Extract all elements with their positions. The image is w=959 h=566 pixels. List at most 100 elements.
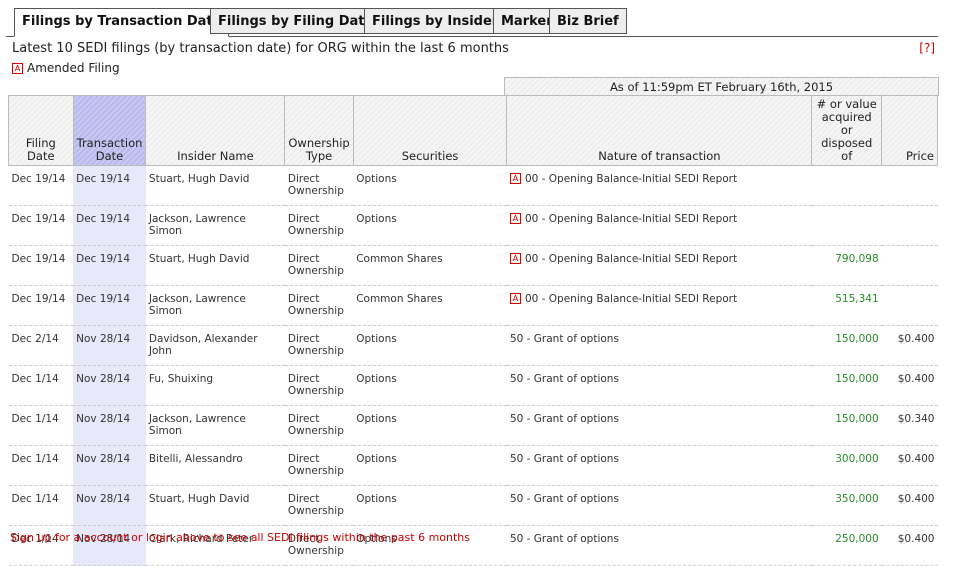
quantity-cell: 350,000 [811,485,882,526]
col-insider-name[interactable]: Insider Name [145,95,286,166]
transaction-date-cell: Dec 19/14 [73,205,146,246]
col-quantity[interactable]: # or value acquired or disposed of [811,95,883,166]
insider-name-cell[interactable]: Jackson, Lawrence Simon [145,205,285,246]
nature-cell: A 00 - Opening Balance-Initial SEDI Repor… [506,205,812,246]
nature-cell: A 00 - Opening Balance-Initial SEDI Repor… [506,165,812,206]
insider-name: Jackson, Lawrence Simon [148,293,246,317]
transaction-date-cell: Nov 28/14 [73,405,146,446]
nature: 50 - Grant of options [509,373,619,385]
nature: 00 - Opening Balance-Initial SEDI Report [524,173,738,185]
nature-cell: A 00 - Opening Balance-Initial SEDI Repor… [506,285,812,326]
securities-cell: Options [353,205,507,246]
insider-name-cell[interactable]: Stuart, Hugh David [145,165,285,206]
col-price[interactable]: Price [881,95,938,166]
help-link[interactable]: [?] [919,41,935,55]
insider-name-cell[interactable]: Bitelli, Alessandro [145,445,285,486]
price-cell: $0.340 [881,405,938,446]
nature-cell: 50 - Grant of options [506,325,812,366]
col-nature[interactable]: Nature of transaction [506,95,813,166]
transaction-date-cell: Dec 19/14 [73,245,146,286]
nature-cell: 50 - Grant of options [506,365,812,406]
transaction-date: Nov 28/14 [76,333,131,345]
transaction-date: Dec 19/14 [76,293,131,305]
tab-biz-brief[interactable]: Biz Brief [549,8,627,34]
securities-cell: Options [353,165,507,206]
insider-name: Stuart, Hugh David [148,173,250,185]
filing-date: Dec 19/14 [11,253,66,265]
insider-name: Davidson, Alexander John [148,333,258,357]
ownership-type: Direct Ownership [287,253,344,277]
filing-date: Dec 19/14 [11,293,66,305]
quantity-cell [811,205,882,246]
filing-date: Dec 1/14 [11,373,59,385]
amended-icon: A [509,293,521,304]
amended-icon: A [12,63,23,74]
tab-filings-by-transaction-date[interactable]: Filings by Transaction Date [14,8,230,37]
filing-date: Dec 1/14 [11,453,59,465]
insider-name-cell[interactable]: Jackson, Lawrence Simon [145,405,285,446]
tab-bar: Filings by Transaction Date Filings by F… [6,8,938,37]
quantity: 150,000 [835,373,879,385]
amended-icon: A [509,213,521,224]
col-ownership-type[interactable]: Ownership Type [284,95,354,166]
securities: Options [356,493,397,505]
price-cell [881,205,938,246]
ownership-type-cell: Direct Ownership [284,365,354,406]
filing-date: Dec 2/14 [11,333,59,345]
nature-cell: 50 - Grant of options [506,405,812,446]
filing-date: Dec 19/14 [11,213,66,225]
filing-date-cell: Dec 2/14 [8,325,74,366]
filing-date: Dec 1/14 [11,493,59,505]
insider-name-cell[interactable]: Jackson, Lawrence Simon [145,285,285,326]
insider-name-cell[interactable]: Stuart, Hugh David [145,485,285,526]
table-row: Dec 2/14 Nov 28/14 Davidson, Alexander Joh… [8,325,938,366]
ownership-type-cell: Direct Ownership [284,245,354,286]
ownership-type: Direct Ownership [287,213,344,237]
quantity-cell [811,165,882,206]
ownership-type-cell: Direct Ownership [284,165,354,206]
quantity-cell: 790,098 [811,245,882,286]
insider-name-cell[interactable]: Davidson, Alexander John [145,325,285,366]
ownership-type: Direct Ownership [287,293,344,317]
insider-name: Jackson, Lawrence Simon [148,413,246,437]
insider-name: Stuart, Hugh David [148,493,250,505]
col-transaction-date[interactable]: Transaction Date [72,95,147,166]
ownership-type-cell: Direct Ownership [284,325,354,366]
quantity-cell: 150,000 [811,325,882,366]
quantity: 300,000 [835,453,879,465]
nature-cell: 50 - Grant of options [506,525,812,566]
quantity: 150,000 [835,413,879,425]
nature: 00 - Opening Balance-Initial SEDI Report [524,253,738,265]
table-row: Dec 1/14 Nov 28/14 Jackson, Lawrence Simon… [8,405,938,446]
ownership-type-cell: Direct Ownership [284,405,354,446]
securities: Options [356,213,397,225]
filing-date: Dec 1/14 [11,413,59,425]
insider-name-cell[interactable]: Fu, Shuixing [145,365,285,406]
transaction-date-cell: Nov 28/14 [73,445,146,486]
price-cell [881,285,938,326]
insider-name-cell[interactable]: Stuart, Hugh David [145,245,285,286]
transaction-date: Nov 28/14 [76,413,131,425]
ownership-type: Direct Ownership [287,493,344,517]
quantity: 350,000 [835,493,879,505]
col-filing-date[interactable]: Filing Date [8,95,74,166]
insider-name: Stuart, Hugh David [148,253,250,265]
price: $0.400 [897,533,935,545]
ownership-type-cell: Direct Ownership [284,445,354,486]
nature-cell: 50 - Grant of options [506,445,812,486]
quantity-cell: 250,000 [811,525,882,566]
quantity-cell: 515,341 [811,285,882,326]
filing-date-cell: Dec 1/14 [8,405,74,446]
tab-filings-by-insider[interactable]: Filings by Insider [364,8,507,34]
quantity: 515,341 [835,293,879,305]
table-row: Dec 19/14 Dec 19/14 Stuart, Hugh David Dire… [8,165,938,206]
table-row: Dec 1/14 Nov 28/14 Stuart, Hugh David Direc… [8,485,938,526]
quantity: 790,098 [835,253,879,265]
transaction-date-cell: Nov 28/14 [73,365,146,406]
ownership-type-cell: Direct Ownership [284,205,354,246]
price: $0.400 [897,333,935,345]
nature-cell: 50 - Grant of options [506,485,812,526]
col-securities[interactable]: Securities [352,95,508,166]
securities: Options [356,413,397,425]
tab-filings-by-filing-date[interactable]: Filings by Filing Date [210,8,382,34]
